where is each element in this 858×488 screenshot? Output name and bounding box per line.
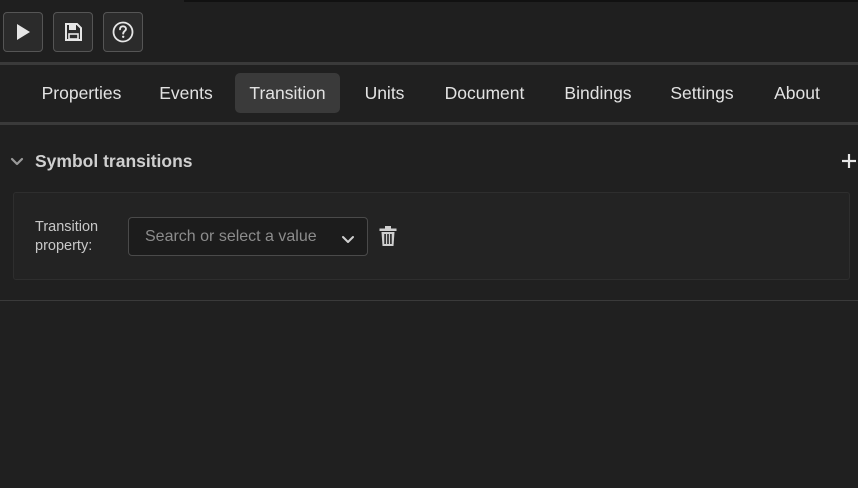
- symbol-transitions-header: Symbol transitions: [0, 142, 858, 182]
- tab-document[interactable]: Document: [431, 73, 538, 113]
- toolbar-top-border: [184, 0, 858, 2]
- tab-units[interactable]: Units: [351, 73, 418, 113]
- tab-bar: Properties Events Transition Units Docum…: [0, 65, 858, 122]
- chevron-down-icon: [341, 232, 355, 250]
- transition-row-panel: Transition property: Search or select a …: [13, 192, 850, 280]
- save-button[interactable]: [53, 12, 93, 52]
- tab-settings[interactable]: Settings: [659, 73, 745, 113]
- tab-bindings[interactable]: Bindings: [552, 73, 644, 113]
- play-button[interactable]: [3, 12, 43, 52]
- help-button[interactable]: [103, 12, 143, 52]
- play-icon: [14, 23, 32, 41]
- section-bottom-divider: [0, 300, 858, 301]
- transition-property-label: Transition property:: [35, 219, 99, 254]
- trash-icon[interactable]: [378, 225, 398, 252]
- help-circle-icon: [112, 21, 134, 43]
- select-placeholder: Search or select a value: [145, 228, 317, 245]
- section-title: Symbol transitions: [35, 151, 193, 171]
- toolbar: [0, 0, 858, 62]
- chevron-down-icon[interactable]: [10, 154, 24, 172]
- tab-transition[interactable]: Transition: [235, 73, 340, 113]
- tab-about[interactable]: About: [761, 73, 833, 113]
- tab-events[interactable]: Events: [146, 73, 226, 113]
- tab-properties[interactable]: Properties: [29, 73, 134, 113]
- save-icon: [64, 23, 82, 41]
- transition-property-select[interactable]: Search or select a value: [128, 217, 368, 256]
- tabs-separator: [0, 122, 858, 125]
- plus-icon[interactable]: [840, 151, 858, 171]
